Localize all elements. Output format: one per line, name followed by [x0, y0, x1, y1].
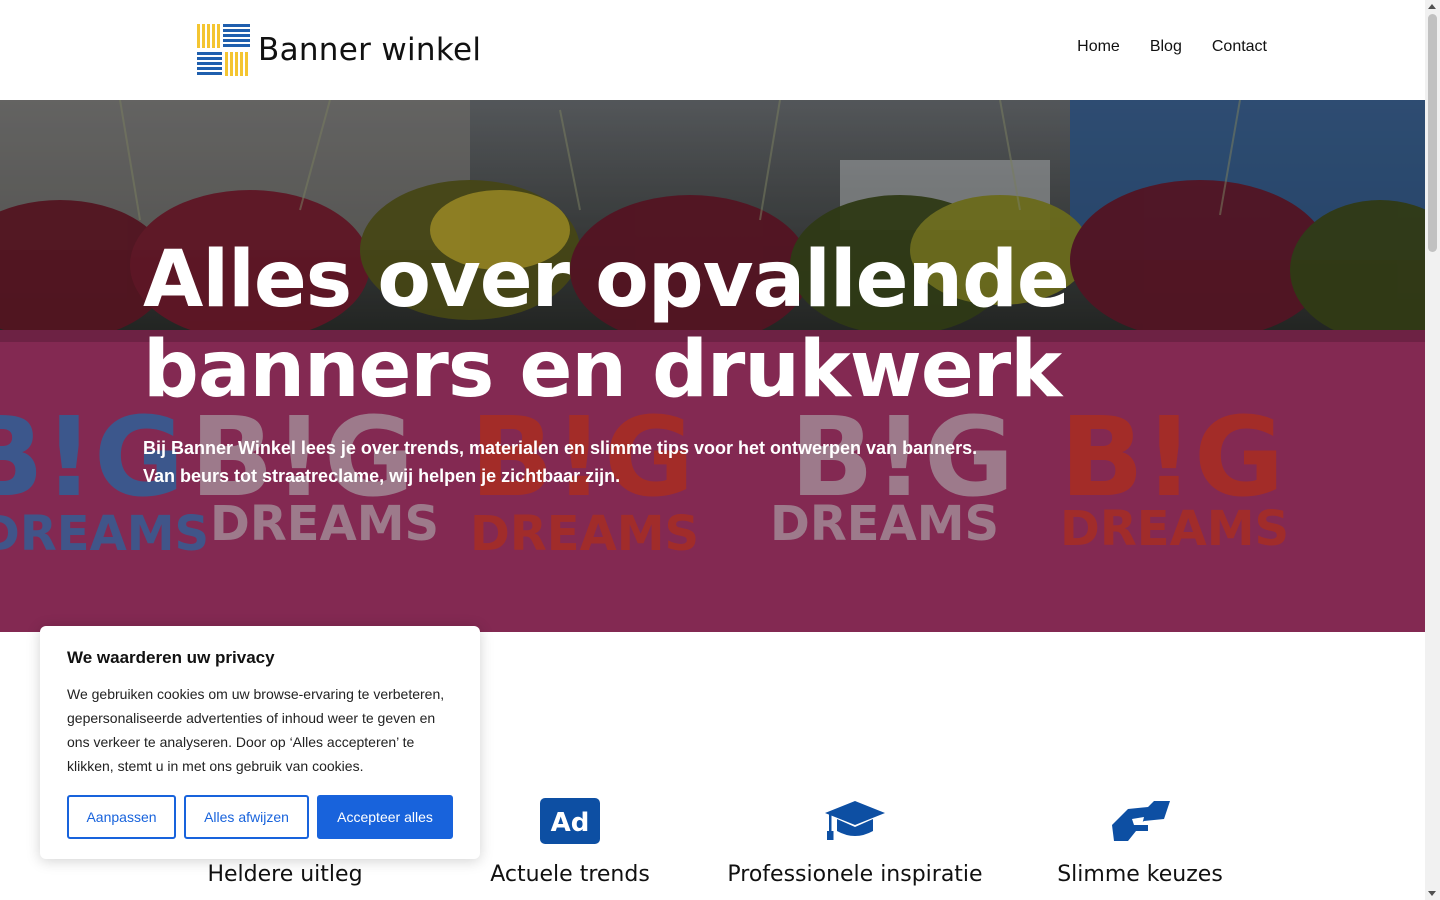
main-nav: Home Blog Contact [1077, 38, 1267, 56]
svg-text:Ad: Ad [551, 808, 590, 838]
logo-text: Banner winkel [258, 32, 482, 68]
page-scrollbar[interactable] [1425, 0, 1440, 900]
scroll-down-arrow-icon[interactable] [1428, 891, 1436, 896]
feature-professionele-inspiratie: Professionele inspiratie [715, 795, 995, 889]
site-header: Banner winkel Home Blog Contact [0, 0, 1425, 100]
nav-blog[interactable]: Blog [1150, 38, 1182, 56]
hero-section: B!G B!G B!G B!G B!G DREAMS DREAMS DREAMS… [0, 100, 1425, 632]
cookie-title: We waarderen uw privacy [67, 648, 275, 667]
nav-contact[interactable]: Contact [1212, 38, 1267, 56]
hero-title-line1: Alles over opvallende [143, 235, 1070, 325]
graduation-cap-icon [825, 801, 885, 840]
cookie-customize-button[interactable]: Aanpassen [67, 795, 176, 839]
feature-title: Actuele trends [490, 862, 650, 887]
nav-home[interactable]: Home [1077, 38, 1120, 56]
scroll-thumb[interactable] [1428, 14, 1437, 252]
site-logo[interactable]: Banner winkel [197, 24, 481, 76]
feature-title: Slimme keuzes [1057, 862, 1223, 887]
hero-title: Alles over opvallende banners en drukwer… [143, 235, 1143, 415]
handshake-icon [1112, 801, 1170, 841]
feature-title: Professionele inspiratie [727, 862, 983, 887]
scroll-up-arrow-icon[interactable] [1428, 4, 1436, 9]
feature-title: Heldere uitleg [207, 862, 363, 887]
hero-title-line2: banners en drukwerk [143, 325, 1062, 415]
cookie-reject-button[interactable]: Alles afwijzen [184, 795, 309, 839]
cookie-text: We gebruiken cookies om uw browse-ervari… [67, 686, 445, 774]
woven-stripes-logo-icon [197, 24, 250, 76]
feature-slimme-keuzes: Slimme keuzes [1000, 795, 1280, 889]
cookie-consent-banner: We waarderen uw privacy We gebruiken coo… [40, 626, 480, 859]
hero-text: Bij Banner Winkel lees je over trends, m… [143, 438, 978, 486]
cookie-accept-button[interactable]: Accepteer alles [317, 795, 453, 839]
ad-icon: Ad [540, 798, 600, 844]
